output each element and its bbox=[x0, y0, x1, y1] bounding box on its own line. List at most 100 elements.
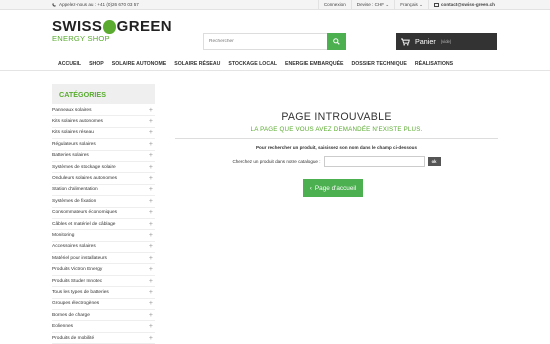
category-label: Produits de mobilité bbox=[52, 335, 95, 341]
category-item[interactable]: Accessoires solaires + bbox=[52, 242, 155, 254]
category-label: Matériel pour installateurs bbox=[52, 255, 107, 261]
logo-tagline: ENERGY SHOP bbox=[52, 34, 110, 43]
category-item[interactable]: Station d'alimentation + bbox=[52, 185, 155, 197]
catalog-search-input[interactable] bbox=[323, 156, 425, 167]
catalog-search-row: Cherchez un produit dans notre catalogue… bbox=[175, 156, 498, 167]
category-label: Produits Victron Energy bbox=[52, 267, 103, 273]
envelope-icon bbox=[433, 2, 439, 7]
plus-icon[interactable]: + bbox=[149, 118, 153, 125]
category-item[interactable]: Produits Studer Innotec + bbox=[52, 276, 155, 288]
category-item[interactable]: Batteries solaires + bbox=[52, 151, 155, 162]
plus-icon[interactable]: + bbox=[149, 221, 153, 228]
nav-item-energie-embarquee[interactable]: ENERGIE EMBARQUÉE bbox=[281, 61, 348, 67]
category-item[interactable]: Tous les types de batteries + bbox=[52, 287, 155, 299]
plus-icon[interactable]: + bbox=[149, 335, 153, 342]
nav-item-solaire-autonome[interactable]: SOLAIRE AUTONOME bbox=[108, 61, 170, 67]
logo-dot-icon bbox=[103, 19, 116, 34]
category-label: Systèmes de fixation bbox=[52, 198, 97, 204]
category-label: Systèmes de stockage solaire bbox=[52, 164, 116, 170]
plus-icon[interactable]: + bbox=[149, 186, 153, 193]
category-label: Groupes électrogènes bbox=[52, 301, 100, 307]
plus-icon[interactable]: + bbox=[149, 289, 153, 296]
category-item[interactable]: Monitoring + bbox=[52, 230, 155, 242]
nav-item-shop[interactable]: SHOP bbox=[85, 61, 108, 67]
search-instruction: Pour rechercher un produit, saisissez so… bbox=[255, 145, 418, 150]
search-input[interactable] bbox=[203, 33, 327, 50]
plus-icon[interactable]: + bbox=[149, 152, 153, 159]
category-item[interactable]: Produits Victron Energy + bbox=[52, 264, 155, 276]
plus-icon[interactable]: + bbox=[149, 323, 153, 330]
plus-icon[interactable]: + bbox=[149, 312, 153, 319]
plus-icon[interactable]: + bbox=[149, 255, 153, 262]
connexion-link[interactable]: Connexion bbox=[317, 0, 351, 10]
category-label: Régulateurs solaires bbox=[52, 141, 96, 147]
nav-item-solaire-reseau[interactable]: SOLAIRE RÉSEAU bbox=[170, 61, 224, 67]
category-label: Monitoring bbox=[52, 232, 75, 238]
cart-status: (vide) bbox=[440, 39, 452, 44]
category-item[interactable]: Matériel pour installateurs + bbox=[52, 253, 155, 265]
nav-item-stockage-local[interactable]: STOCKAGE LOCAL bbox=[224, 61, 281, 67]
not-found-panel: PAGE INTROUVABLE LA PAGE QUE VOUS AVEZ D… bbox=[175, 111, 498, 197]
nav-item-dossier-technique[interactable]: DOSSIER TECHNIQUE bbox=[348, 61, 411, 67]
category-item[interactable]: Systèmes de stockage solaire + bbox=[52, 162, 155, 174]
category-label: Produits Studer Innotec bbox=[52, 278, 103, 284]
plus-icon[interactable]: + bbox=[149, 198, 153, 205]
category-item[interactable]: Systèmes de fixation + bbox=[52, 196, 155, 208]
category-item[interactable]: Produits de mobilité + bbox=[52, 333, 155, 344]
category-item[interactable]: Kits solaires réseau + bbox=[52, 128, 155, 140]
category-label: Consommateurs économiques bbox=[52, 210, 118, 216]
plus-icon[interactable]: + bbox=[149, 300, 153, 307]
plus-icon[interactable]: + bbox=[149, 141, 153, 148]
category-item[interactable]: Régulateurs solaires + bbox=[52, 139, 155, 151]
plus-icon[interactable]: + bbox=[149, 107, 153, 114]
plus-icon[interactable]: + bbox=[149, 209, 153, 216]
logo[interactable]: SWISS GREEN ENERGY SHOP bbox=[52, 19, 172, 47]
cart-icon bbox=[401, 38, 410, 45]
category-item[interactable]: Consommateurs économiques + bbox=[52, 208, 155, 219]
plus-icon[interactable]: + bbox=[149, 232, 153, 239]
plus-icon[interactable]: + bbox=[149, 278, 153, 285]
category-label: Câbles et matériel de câblage bbox=[52, 221, 116, 227]
header: SWISS GREEN ENERGY SHOP Panier (vide) bbox=[0, 10, 550, 50]
phone-info: Appelez-nous au : +41 (0)26 670 03 57 bbox=[52, 2, 318, 7]
email-link[interactable]: contact@swiss-green.ch bbox=[427, 0, 500, 10]
ok-button[interactable]: ok bbox=[427, 157, 441, 166]
category-label: Eoliennes bbox=[52, 324, 74, 330]
search-bar bbox=[203, 33, 346, 50]
nav-item-realisations[interactable]: RÉALISATIONS bbox=[411, 61, 457, 67]
catalog-search-label: Cherchez un produit dans notre catalogue… bbox=[232, 159, 321, 164]
plus-icon[interactable]: + bbox=[149, 243, 153, 250]
currency-selector[interactable]: Devise : CHF ⌄ bbox=[350, 0, 394, 10]
page-subtitle: LA PAGE QUE VOUS AVEZ DEMANDÉE N'EXISTE … bbox=[250, 126, 423, 133]
language-selector[interactable]: Français ⌄ bbox=[394, 0, 428, 10]
cart-button[interactable]: Panier (vide) bbox=[396, 33, 497, 50]
main-nav: ACCUEIL SHOP SOLAIRE AUTONOME SOLAIRE RÉ… bbox=[0, 57, 550, 71]
categories-title: CATÉGORIES bbox=[52, 84, 155, 104]
plus-icon[interactable]: + bbox=[149, 164, 153, 171]
category-item[interactable]: Câbles et matériel de câblage + bbox=[52, 219, 155, 231]
category-item[interactable]: Eoliennes + bbox=[52, 321, 155, 333]
nav-item-accueil[interactable]: ACCUEIL bbox=[54, 61, 85, 67]
plus-icon[interactable]: + bbox=[149, 175, 153, 182]
logo-word-swiss: SWISS bbox=[52, 18, 103, 35]
plus-icon[interactable]: + bbox=[149, 129, 153, 136]
page-title: PAGE INTROUVABLE bbox=[281, 111, 392, 123]
category-label: Panneaux solaires bbox=[52, 107, 92, 113]
chevron-left-icon: ‹ bbox=[309, 184, 312, 192]
category-item[interactable]: Kits solaires autonomes + bbox=[52, 116, 155, 128]
search-button[interactable] bbox=[327, 33, 346, 50]
home-button[interactable]: ‹ Page d'accueil bbox=[302, 179, 364, 197]
category-item[interactable]: Groupes électrogènes + bbox=[52, 299, 155, 311]
home-button-label: Page d'accueil bbox=[314, 184, 357, 192]
category-label: Kits solaires autonomes bbox=[52, 119, 103, 125]
category-label: Kits solaires réseau bbox=[52, 130, 94, 136]
logo-word-green: GREEN bbox=[116, 18, 172, 35]
category-item[interactable]: Panneaux solaires + bbox=[52, 105, 155, 117]
plus-icon[interactable]: + bbox=[149, 266, 153, 273]
email-text: contact@swiss-green.ch bbox=[440, 2, 495, 7]
category-item[interactable]: Bornes de charge + bbox=[52, 310, 155, 322]
category-label: Onduleurs solaires autonomes bbox=[52, 176, 118, 182]
category-label: Bornes de charge bbox=[52, 312, 90, 318]
top-bar: Appelez-nous au : +41 (0)26 670 03 57 Co… bbox=[0, 0, 550, 10]
category-item[interactable]: Onduleurs solaires autonomes + bbox=[52, 173, 155, 185]
